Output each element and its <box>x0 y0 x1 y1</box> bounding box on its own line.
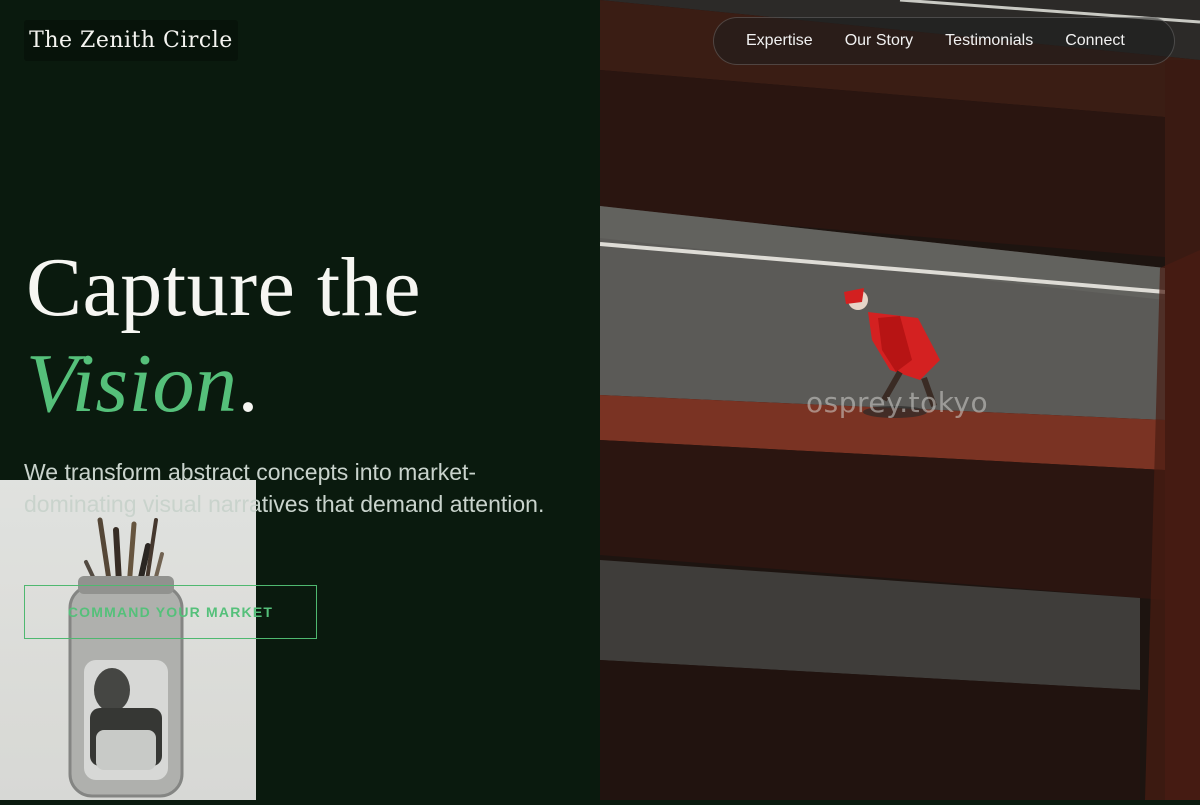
hero-title-line1: Capture the <box>26 241 422 334</box>
nav-item-expertise[interactable]: Expertise <box>746 32 813 50</box>
main-nav: Expertise Our Story Testimonials Connect <box>713 17 1175 65</box>
nav-item-connect[interactable]: Connect <box>1065 32 1125 50</box>
hero-title: Capture the Vision. <box>26 240 421 432</box>
nav-item-testimonials[interactable]: Testimonials <box>945 32 1033 50</box>
hero-title-period: . <box>237 337 259 430</box>
paintbrush-jar-photo <box>0 480 256 800</box>
nav-item-our-story[interactable]: Our Story <box>845 32 913 50</box>
command-your-market-button[interactable]: COMMAND YOUR MARKET <box>24 585 317 639</box>
brand-logo[interactable]: The Zenith Circle <box>24 20 238 61</box>
photo-watermark: osprey.tokyo <box>806 386 989 419</box>
hero-title-accent: Vision <box>26 337 238 430</box>
hero-tagline: We transform abstract concepts into mark… <box>24 459 545 517</box>
